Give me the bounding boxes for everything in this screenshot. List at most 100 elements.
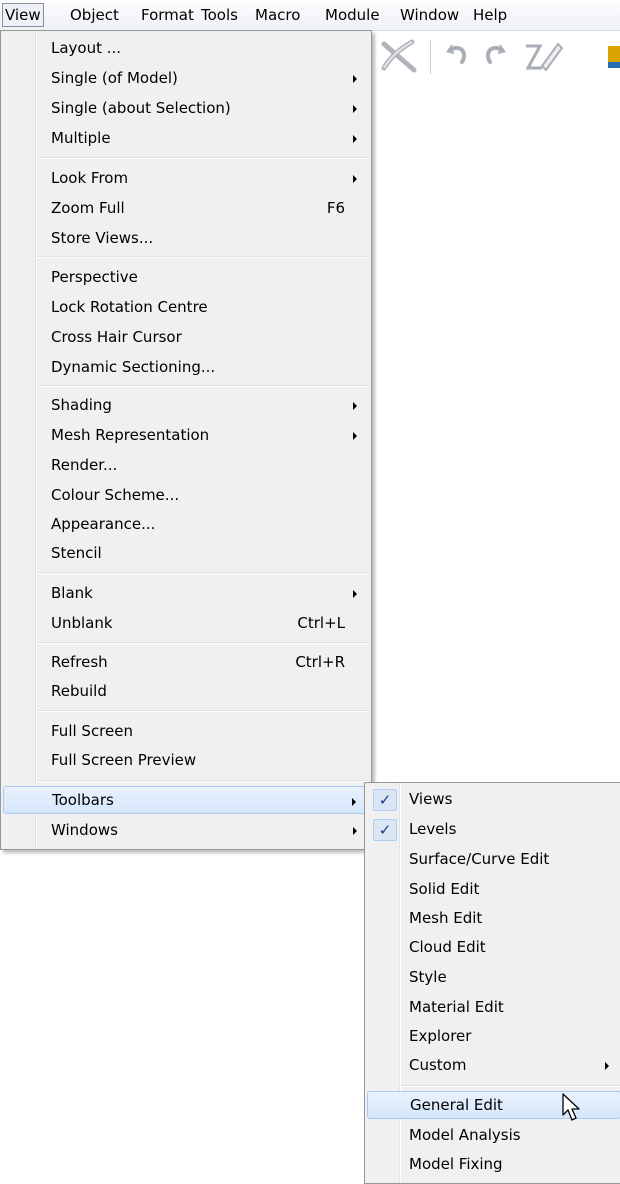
- menu-item-label: Stencil: [51, 544, 102, 562]
- checkmark-icon: ✓: [373, 789, 397, 811]
- submenu-item-levels[interactable]: ✓ Levels: [367, 815, 620, 843]
- submenu-item-model-analysis[interactable]: Model Analysis: [367, 1121, 620, 1149]
- toolbars-submenu: ✓ Views ✓ Levels Surface/Curve Edit Soli…: [364, 782, 620, 1184]
- menu-item-label: Toolbars: [52, 791, 114, 809]
- menu-item-toolbars[interactable]: Toolbars: [3, 786, 369, 814]
- submenu-item-custom[interactable]: Custom: [367, 1051, 620, 1079]
- toolbar: [370, 32, 620, 82]
- submenu-arrow-icon: [353, 402, 357, 410]
- menu-view[interactable]: View: [2, 3, 44, 27]
- submenu-item-explorer[interactable]: Explorer: [367, 1022, 620, 1050]
- menu-item-label: Appearance...: [51, 515, 156, 533]
- submenu-item-general-edit[interactable]: General Edit: [367, 1091, 620, 1119]
- menu-item-appearance[interactable]: Appearance...: [3, 510, 369, 538]
- menu-item-render[interactable]: Render...: [3, 451, 369, 479]
- menu-help[interactable]: Help: [470, 4, 510, 26]
- submenu-item-cloud-edit[interactable]: Cloud Edit: [367, 933, 620, 961]
- delete-icon[interactable]: [378, 38, 422, 74]
- menu-item-label: Levels: [409, 820, 457, 838]
- submenu-item-mesh-edit[interactable]: Mesh Edit: [367, 904, 620, 932]
- submenu-item-views[interactable]: ✓ Views: [367, 785, 620, 813]
- menu-item-zoom-full[interactable]: Zoom Full F6: [3, 194, 369, 222]
- menu-item-label: Cloud Edit: [409, 938, 486, 956]
- menu-item-dynamic-sectioning[interactable]: Dynamic Sectioning...: [3, 353, 369, 381]
- menu-item-label: Refresh: [51, 653, 108, 671]
- menu-item-label: General Edit: [410, 1096, 503, 1114]
- menu-item-label: Store Views...: [51, 229, 154, 247]
- menu-item-full-screen[interactable]: Full Screen: [3, 717, 369, 745]
- menu-bar: View Object Format Tools Macro Module Wi…: [0, 0, 620, 31]
- menu-item-label: Zoom Full: [51, 199, 125, 217]
- menu-object[interactable]: Object: [67, 4, 122, 26]
- menu-item-unblank[interactable]: Unblank Ctrl+L: [3, 609, 369, 637]
- shortcut-text: Ctrl+R: [295, 653, 345, 671]
- submenu-arrow-icon: [605, 1062, 609, 1070]
- view-menu: Layout ... Single (of Model) Single (abo…: [0, 30, 372, 850]
- menu-item-cross-hair-cursor[interactable]: Cross Hair Cursor: [3, 323, 369, 351]
- render-icon[interactable]: [606, 38, 620, 74]
- toolbar-separator: [430, 40, 431, 74]
- submenu-item-style[interactable]: Style: [367, 963, 620, 991]
- menu-item-single-about-selection[interactable]: Single (about Selection): [3, 94, 369, 122]
- menu-item-label: Blank: [51, 584, 93, 602]
- menu-item-rebuild[interactable]: Rebuild: [3, 677, 369, 705]
- menu-item-label: Model Fixing: [409, 1155, 503, 1173]
- menu-item-label: Style: [409, 968, 447, 986]
- menu-item-full-screen-preview[interactable]: Full Screen Preview: [3, 746, 369, 774]
- menu-separator: [37, 572, 369, 574]
- mouse-pointer-icon: [562, 1093, 580, 1121]
- menu-item-label: Rebuild: [51, 682, 107, 700]
- submenu-arrow-icon: [353, 175, 357, 183]
- menu-item-perspective[interactable]: Perspective: [3, 263, 369, 291]
- menu-separator: [37, 642, 369, 644]
- redo-icon[interactable]: [480, 38, 510, 74]
- menu-item-windows[interactable]: Windows: [3, 816, 369, 844]
- menu-item-label: Custom: [409, 1056, 467, 1074]
- shortcut-text: Ctrl+L: [297, 614, 345, 632]
- menu-item-look-from[interactable]: Look From: [3, 164, 369, 192]
- menu-separator: [37, 385, 369, 387]
- submenu-arrow-icon: [353, 827, 357, 835]
- menu-item-lock-rotation-centre[interactable]: Lock Rotation Centre: [3, 293, 369, 321]
- submenu-item-surface-curve-edit[interactable]: Surface/Curve Edit: [367, 845, 620, 873]
- menu-tools[interactable]: Tools: [198, 4, 241, 26]
- menu-item-label: Single (of Model): [51, 69, 178, 87]
- menu-item-label: Solid Edit: [409, 880, 480, 898]
- menu-window[interactable]: Window: [397, 4, 462, 26]
- menu-item-blank[interactable]: Blank: [3, 579, 369, 607]
- menu-item-label: Lock Rotation Centre: [51, 298, 208, 316]
- submenu-arrow-icon: [353, 135, 357, 143]
- edit-pencil-icon[interactable]: [520, 38, 564, 74]
- menu-item-label: Multiple: [51, 129, 111, 147]
- submenu-arrow-icon: [353, 432, 357, 440]
- menu-separator: [37, 710, 369, 712]
- menu-item-store-views[interactable]: Store Views...: [3, 224, 369, 252]
- menu-separator: [37, 157, 369, 159]
- menu-item-label: Shading: [51, 396, 112, 414]
- menu-item-label: Views: [409, 790, 453, 808]
- undo-icon[interactable]: [442, 38, 472, 74]
- menu-item-label: Explorer: [409, 1027, 472, 1045]
- submenu-arrow-icon: [353, 75, 357, 83]
- submenu-item-material-edit[interactable]: Material Edit: [367, 993, 620, 1021]
- menu-item-label: Unblank: [51, 614, 113, 632]
- menu-item-refresh[interactable]: Refresh Ctrl+R: [3, 648, 369, 676]
- menu-item-layout[interactable]: Layout ...: [3, 34, 369, 62]
- menu-module[interactable]: Module: [322, 4, 383, 26]
- submenu-arrow-icon: [353, 590, 357, 598]
- submenu-item-solid-edit[interactable]: Solid Edit: [367, 875, 620, 903]
- menu-item-label: Cross Hair Cursor: [51, 328, 182, 346]
- menu-item-single-of-model[interactable]: Single (of Model): [3, 64, 369, 92]
- menu-format[interactable]: Format: [138, 4, 197, 26]
- menu-item-colour-scheme[interactable]: Colour Scheme...: [3, 481, 369, 509]
- menu-item-label: Render...: [51, 456, 118, 474]
- menu-item-stencil[interactable]: Stencil: [3, 539, 369, 567]
- menu-item-multiple[interactable]: Multiple: [3, 124, 369, 152]
- menu-separator: [401, 1085, 620, 1087]
- menu-macro[interactable]: Macro: [252, 4, 303, 26]
- submenu-item-model-fixing[interactable]: Model Fixing: [367, 1150, 620, 1178]
- submenu-arrow-icon: [353, 105, 357, 113]
- menu-item-shading[interactable]: Shading: [3, 391, 369, 419]
- menu-item-label: Colour Scheme...: [51, 486, 180, 504]
- menu-item-mesh-representation[interactable]: Mesh Representation: [3, 421, 369, 449]
